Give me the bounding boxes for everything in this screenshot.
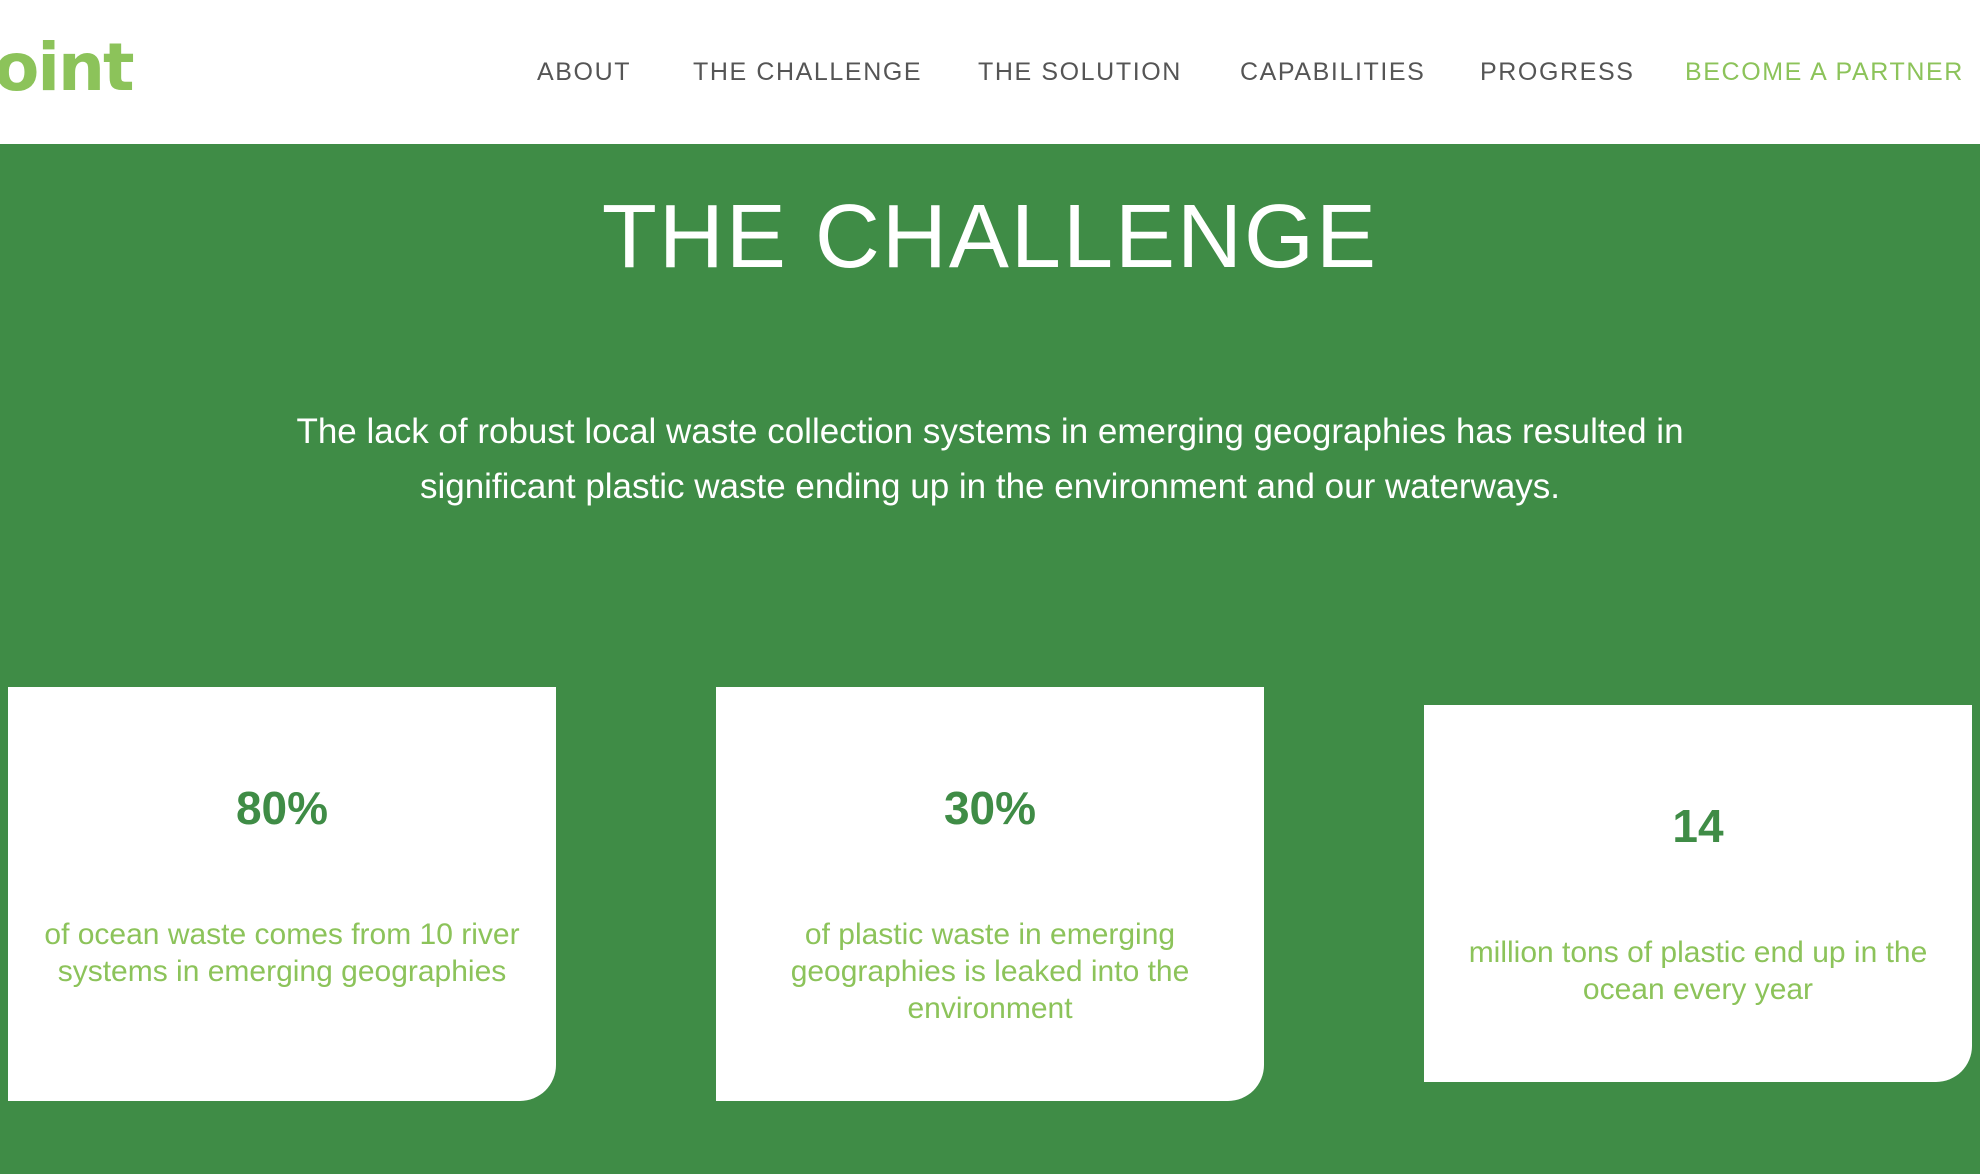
stat-card bbox=[8, 687, 556, 1101]
nav-capabilities[interactable]: CAPABILITIES bbox=[1240, 52, 1425, 92]
nav-the-challenge[interactable]: THE CHALLENGE bbox=[693, 52, 922, 92]
stat-description: of ocean waste comes from 10 river syste… bbox=[44, 918, 520, 988]
stat-value: 30% bbox=[943, 782, 1037, 834]
main-nav: ABOUT THE CHALLENGE THE SOLUTION CAPABIL… bbox=[0, 52, 1980, 92]
section-intro: The lack of robust local waste collectio… bbox=[296, 412, 1684, 506]
nav-become-a-partner[interactable]: BECOME A PARTNER bbox=[1685, 52, 1964, 92]
stat-description: of plastic waste in emerging geographies… bbox=[790, 918, 1190, 1025]
nav-about[interactable]: ABOUT bbox=[537, 52, 631, 92]
page: oint ABOUT THE CHALLENGE THE SOLUTION CA… bbox=[0, 0, 1980, 1174]
stat-description: million tons of plastic end up in the oc… bbox=[1468, 936, 1928, 1006]
stat-card bbox=[716, 687, 1264, 1101]
nav-the-solution[interactable]: THE SOLUTION bbox=[978, 52, 1182, 92]
nav-progress[interactable]: PROGRESS bbox=[1480, 52, 1635, 92]
stat-value: 14 bbox=[1672, 800, 1724, 852]
site-header: oint ABOUT THE CHALLENGE THE SOLUTION CA… bbox=[0, 0, 1980, 144]
section-title: THE CHALLENGE bbox=[601, 187, 1379, 287]
stat-card bbox=[1424, 705, 1972, 1082]
stat-value: 80% bbox=[235, 782, 329, 834]
